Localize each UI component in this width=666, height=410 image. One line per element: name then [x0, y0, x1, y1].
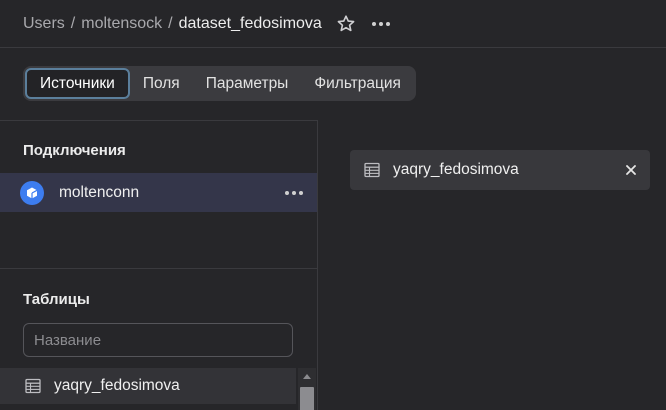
table-icon: [364, 162, 380, 178]
close-icon[interactable]: [624, 163, 638, 177]
tab-sources[interactable]: Источники: [25, 68, 130, 99]
scrollbar[interactable]: [298, 368, 316, 410]
table-icon: [25, 378, 41, 394]
table-search-input[interactable]: [23, 323, 293, 357]
divider: [0, 268, 317, 269]
tables-title: Таблицы: [23, 291, 90, 308]
breadcrumb-folder[interactable]: moltensock: [81, 15, 162, 33]
connection-more-icon[interactable]: [285, 183, 303, 203]
star-icon[interactable]: [336, 14, 356, 34]
tab-fields[interactable]: Поля: [130, 68, 193, 99]
tab-bar: Источники Поля Параметры Фильтрация: [23, 66, 416, 101]
header: Users / moltensock / dataset_fedosimova: [0, 0, 666, 48]
tab-parameters[interactable]: Параметры: [193, 68, 302, 99]
connection-item[interactable]: moltenconn: [0, 173, 317, 212]
selected-source-chip[interactable]: yaqry_fedosimova: [350, 150, 650, 190]
scroll-up-arrow-icon[interactable]: [303, 374, 311, 379]
table-list-item[interactable]: yaqry_fedosimova: [0, 368, 296, 404]
breadcrumb-separator: /: [168, 14, 173, 32]
dataset-editor: Users / moltensock / dataset_fedosimova …: [0, 0, 666, 410]
connection-label: moltenconn: [59, 183, 140, 201]
breadcrumb-users[interactable]: Users: [23, 15, 65, 33]
breadcrumb-separator: /: [70, 14, 76, 32]
breadcrumb-current: dataset_fedosimova: [178, 14, 322, 32]
connection-icon: [20, 180, 44, 205]
more-options-icon[interactable]: [371, 14, 391, 34]
table-label: yaqry_fedosimova: [54, 377, 180, 394]
scroll-thumb[interactable]: [300, 387, 314, 410]
selected-source-label: yaqry_fedosimova: [393, 161, 519, 178]
sources-sidebar: Подключения moltenconn Таблицы Название …: [0, 120, 318, 410]
connections-title: Подключения: [23, 142, 126, 159]
tab-filtering[interactable]: Фильтрация: [301, 68, 414, 99]
